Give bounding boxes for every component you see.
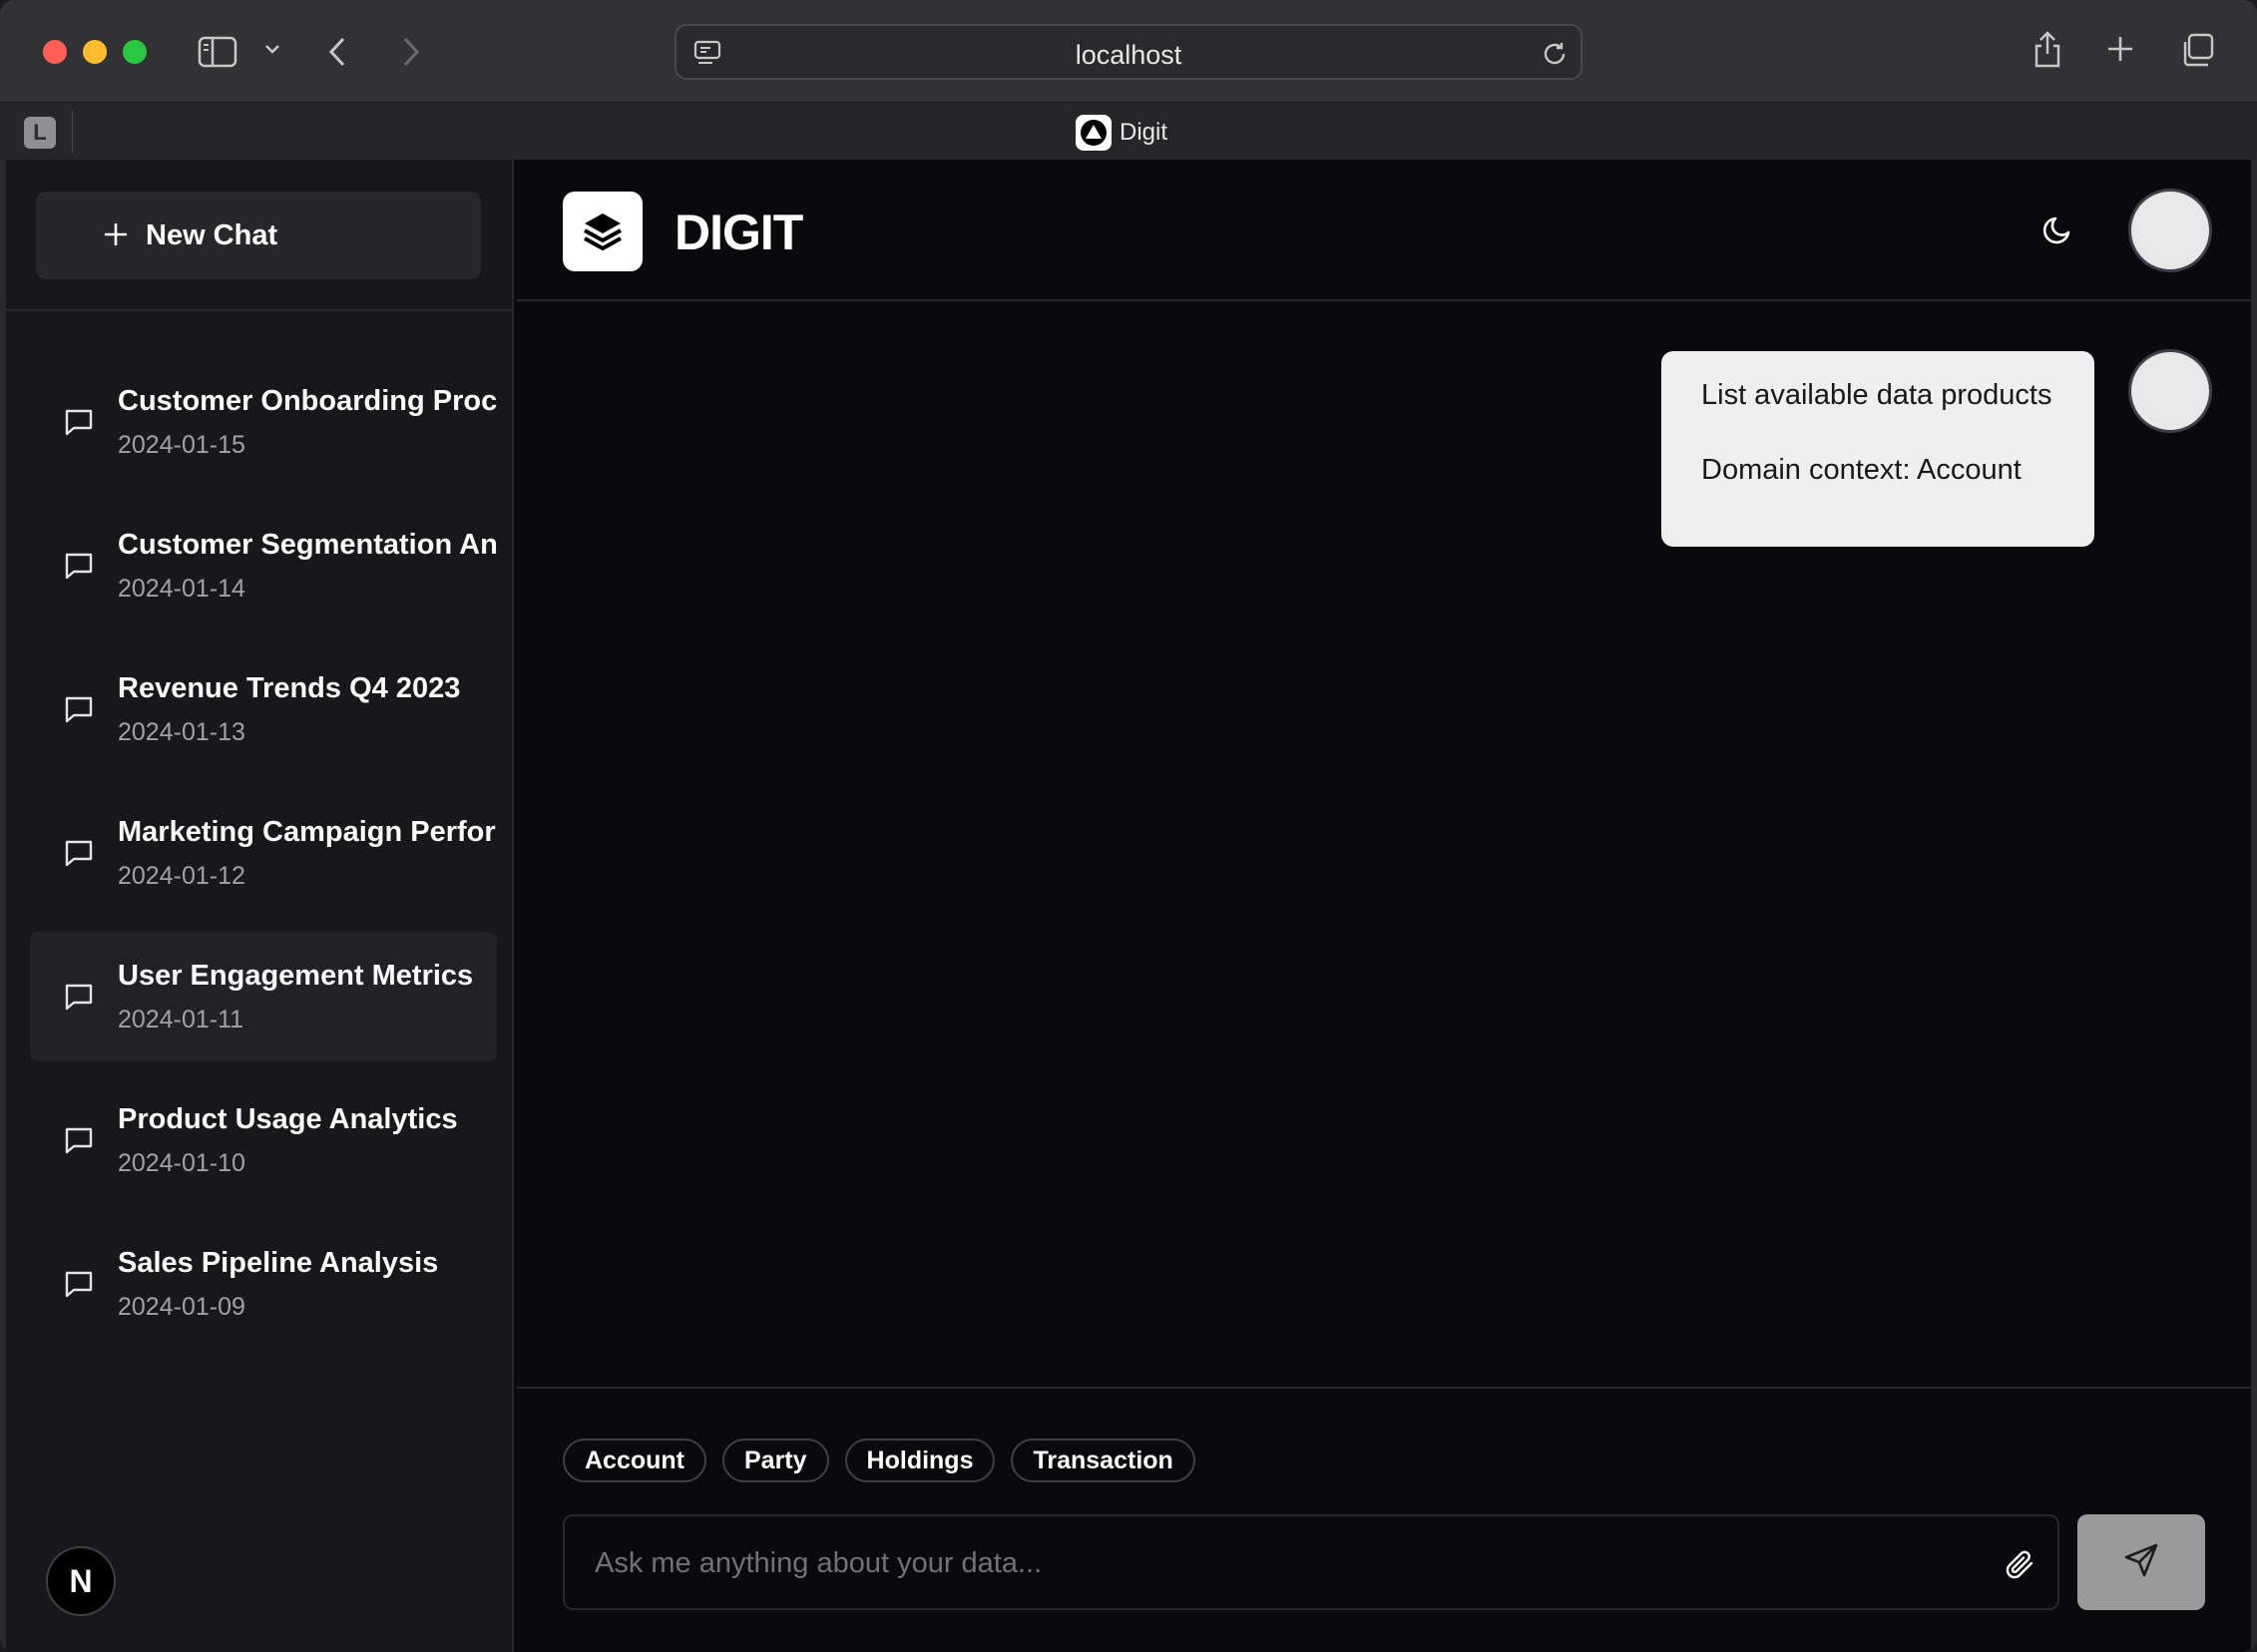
- conversation-title: Sales Pipeline Analysis: [118, 1247, 439, 1279]
- conversation-item[interactable]: User Engagement Metrics 2024-01-11: [30, 932, 497, 1061]
- brand-name: DIGIT: [675, 205, 803, 260]
- send-icon: [2122, 1541, 2160, 1584]
- user-message-bubble: List available data products Domain cont…: [1661, 351, 2094, 547]
- chevron-down-icon[interactable]: [263, 42, 281, 56]
- url-text: localhost: [1075, 40, 1182, 70]
- browser-window: localhost L Digit New Chat Customer Onbo…: [0, 0, 2257, 1652]
- chip-account[interactable]: Account: [563, 1439, 706, 1482]
- conversation-date: 2024-01-13: [118, 718, 245, 746]
- sidebar: New Chat Customer Onboarding Process 2024…: [6, 160, 514, 1652]
- user-avatar[interactable]: [2128, 189, 2212, 272]
- conversation-item[interactable]: Customer Onboarding Process 2024-01-15: [30, 357, 497, 487]
- message-input[interactable]: [595, 1540, 1972, 1586]
- conversation-title: Marketing Campaign Performance: [118, 816, 497, 848]
- main-panel: DIGIT List available data products Domai…: [516, 160, 2251, 1652]
- message-square-icon: [62, 1267, 96, 1301]
- message-square-icon: [62, 1123, 96, 1157]
- conversation-item[interactable]: Customer Segmentation Analysis 2024-01-14: [30, 501, 497, 630]
- conversation-item[interactable]: Revenue Trends Q4 2023 2024-01-13: [30, 644, 497, 774]
- chip-party[interactable]: Party: [722, 1439, 829, 1482]
- reload-icon[interactable]: [1541, 40, 1569, 68]
- plus-icon: [102, 217, 130, 251]
- site-favicon-icon: [1076, 115, 1112, 151]
- paperclip-icon[interactable]: [2002, 1546, 2037, 1582]
- minimize-window-button[interactable]: [83, 40, 107, 64]
- active-tab[interactable]: Digit: [1076, 115, 1167, 151]
- message-line-2: Domain context: Account: [1701, 454, 2022, 486]
- back-arrow-icon[interactable]: [327, 36, 349, 68]
- forward-arrow-icon[interactable]: [399, 36, 421, 68]
- message-input-container: [563, 1514, 2059, 1610]
- chip-transaction[interactable]: Transaction: [1011, 1439, 1195, 1482]
- message-square-icon: [62, 692, 96, 726]
- message-square-icon: [62, 405, 96, 439]
- share-icon[interactable]: [2031, 30, 2063, 70]
- conversation-date: 2024-01-12: [118, 862, 245, 890]
- app-container: New Chat Customer Onboarding Process 2024…: [6, 160, 2251, 1652]
- app-header: DIGIT: [516, 160, 2251, 301]
- conversation-title: User Engagement Metrics: [118, 960, 474, 992]
- conversation-title: Product Usage Analytics: [118, 1103, 458, 1135]
- conversation-title: Revenue Trends Q4 2023: [118, 672, 461, 704]
- new-chat-label: New Chat: [146, 218, 278, 251]
- conversation-item[interactable]: Sales Pipeline Analysis 2024-01-09: [30, 1219, 497, 1349]
- message-square-icon: [62, 549, 96, 583]
- conversation-title: Customer Segmentation Analysis: [118, 529, 497, 561]
- close-window-button[interactable]: [43, 40, 67, 64]
- tab-title: Digit: [1120, 119, 1168, 146]
- conversation-date: 2024-01-11: [118, 1006, 244, 1033]
- conversation-title: Customer Onboarding Process: [118, 385, 497, 417]
- tab-divider: [72, 111, 73, 153]
- address-bar[interactable]: localhost: [675, 24, 1582, 80]
- maximize-window-button[interactable]: [123, 40, 147, 64]
- conversation-date: 2024-01-10: [118, 1149, 245, 1177]
- layers-logo-icon: [563, 192, 643, 271]
- tab-group-badge[interactable]: L: [24, 117, 56, 149]
- message-square-icon: [62, 980, 96, 1014]
- sidebar-toggle-icon[interactable]: [198, 36, 237, 68]
- moon-icon[interactable]: [2040, 211, 2076, 247]
- sidebar-divider: [6, 309, 512, 311]
- message-square-icon: [62, 836, 96, 870]
- nextjs-badge[interactable]: N: [46, 1546, 116, 1616]
- conversation-date: 2024-01-15: [118, 431, 245, 459]
- conversation-date: 2024-01-14: [118, 575, 245, 603]
- composer-divider: [516, 1387, 2251, 1389]
- conversation-item[interactable]: Marketing Campaign Performance 2024-01-12: [30, 788, 497, 918]
- conversation-item[interactable]: Product Usage Analytics 2024-01-10: [30, 1075, 497, 1205]
- conversation-date: 2024-01-09: [118, 1293, 245, 1321]
- message-avatar: [2128, 349, 2212, 433]
- domain-chips: Account Party Holdings Transaction: [563, 1439, 1195, 1482]
- browser-toolbar: localhost: [0, 0, 2257, 102]
- tab-overview-icon[interactable]: [2179, 32, 2215, 68]
- new-chat-button[interactable]: New Chat: [36, 192, 481, 279]
- new-tab-icon[interactable]: [2105, 34, 2135, 64]
- message-line-1: List available data products: [1701, 379, 2052, 411]
- chip-holdings[interactable]: Holdings: [844, 1439, 996, 1482]
- tab-bar: L Digit: [0, 102, 2257, 160]
- send-button[interactable]: [2077, 1514, 2205, 1610]
